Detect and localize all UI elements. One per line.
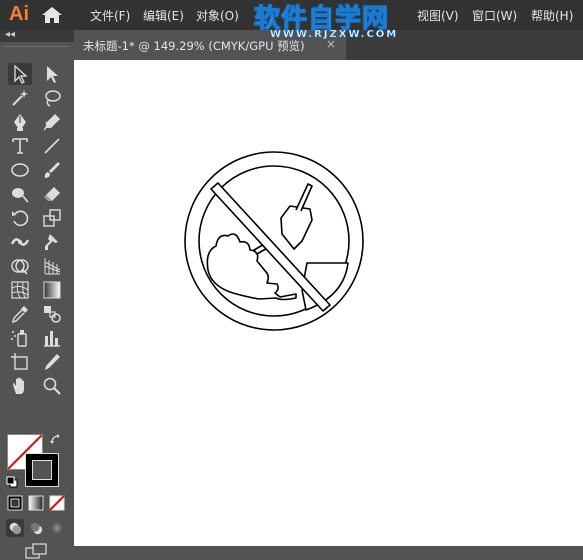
app-logo: Ai [9, 3, 29, 25]
magic-wand-tool-icon[interactable] [8, 87, 32, 109]
collapse-icon[interactable]: ◂◂ [5, 29, 15, 40]
draw-behind-icon[interactable] [27, 519, 45, 537]
puppet-warp-tool-icon[interactable] [40, 231, 64, 253]
eraser-tool-icon[interactable] [40, 183, 64, 205]
perspective-grid-tool-icon[interactable] [40, 255, 64, 277]
menu-view[interactable]: 视图(V) [417, 7, 459, 24]
rotate-tool-icon[interactable] [8, 207, 32, 229]
panel-grip[interactable] [5, 46, 69, 50]
curvature-tool-icon[interactable] [40, 111, 64, 133]
hand-tool-icon[interactable] [8, 375, 32, 397]
stroke-swatch-center [32, 460, 52, 480]
watermark: 软件自学网 WWW.RJZXW.COM [253, 0, 402, 44]
trowel-blade [280, 205, 313, 250]
type-tool-icon[interactable] [8, 135, 32, 157]
lasso-tool-icon[interactable] [40, 87, 64, 109]
artboard-tool-icon[interactable] [8, 351, 32, 373]
shape-builder-tool-icon[interactable] [8, 255, 32, 277]
screen-mode-icon[interactable] [24, 542, 48, 560]
none-mode-icon[interactable] [48, 494, 66, 512]
menu-file[interactable]: 文件(F) [90, 7, 130, 24]
swap-fill-stroke-icon[interactable] [50, 434, 62, 446]
pen-tool-icon[interactable] [8, 111, 32, 133]
column-graph-tool-icon[interactable] [40, 327, 64, 349]
outer-ring [184, 151, 364, 331]
draw-normal-icon[interactable] [6, 519, 24, 537]
gradient-tool-icon[interactable] [40, 279, 64, 301]
eyedropper-tool-icon[interactable] [8, 303, 32, 325]
paintbrush-tool-icon[interactable] [40, 159, 64, 181]
menu-object[interactable]: 对象(O) [196, 7, 239, 24]
slice-tool-icon[interactable] [40, 351, 64, 373]
watermark-url: WWW.RJZXW.COM [270, 29, 399, 41]
menu-help[interactable]: 帮助(H) [531, 7, 573, 24]
home-icon[interactable] [42, 7, 62, 23]
default-colors-icon[interactable] [6, 476, 18, 488]
menu-edit[interactable]: 编辑(E) [143, 7, 184, 24]
draw-inside-icon[interactable] [48, 519, 66, 537]
prohibition-sign-artwork[interactable] [74, 60, 583, 546]
direct-selection-tool-icon[interactable] [40, 63, 64, 85]
menu-window[interactable]: 窗口(W) [472, 7, 517, 24]
scale-tool-icon[interactable] [40, 207, 64, 229]
width-tool-icon[interactable] [8, 231, 32, 253]
artboard-canvas[interactable] [74, 60, 583, 546]
selection-tool-icon[interactable] [8, 63, 32, 85]
gradient-mode-icon[interactable] [27, 494, 45, 512]
tools-panel: ◂◂ [0, 29, 74, 559]
line-segment-tool-icon[interactable] [40, 135, 64, 157]
stroke-swatch[interactable] [25, 453, 59, 487]
symbol-sprayer-tool-icon[interactable] [8, 327, 32, 349]
trowel-handle [295, 183, 313, 212]
color-mode-icon[interactable] [6, 494, 24, 512]
ellipse-tool-icon[interactable] [8, 159, 32, 181]
tools-panel-header: ◂◂ [0, 29, 74, 42]
shaper-tool-icon[interactable] [8, 183, 32, 205]
mesh-tool-icon[interactable] [8, 279, 32, 301]
zoom-tool-icon[interactable] [40, 375, 64, 397]
blend-tool-icon[interactable] [40, 303, 64, 325]
